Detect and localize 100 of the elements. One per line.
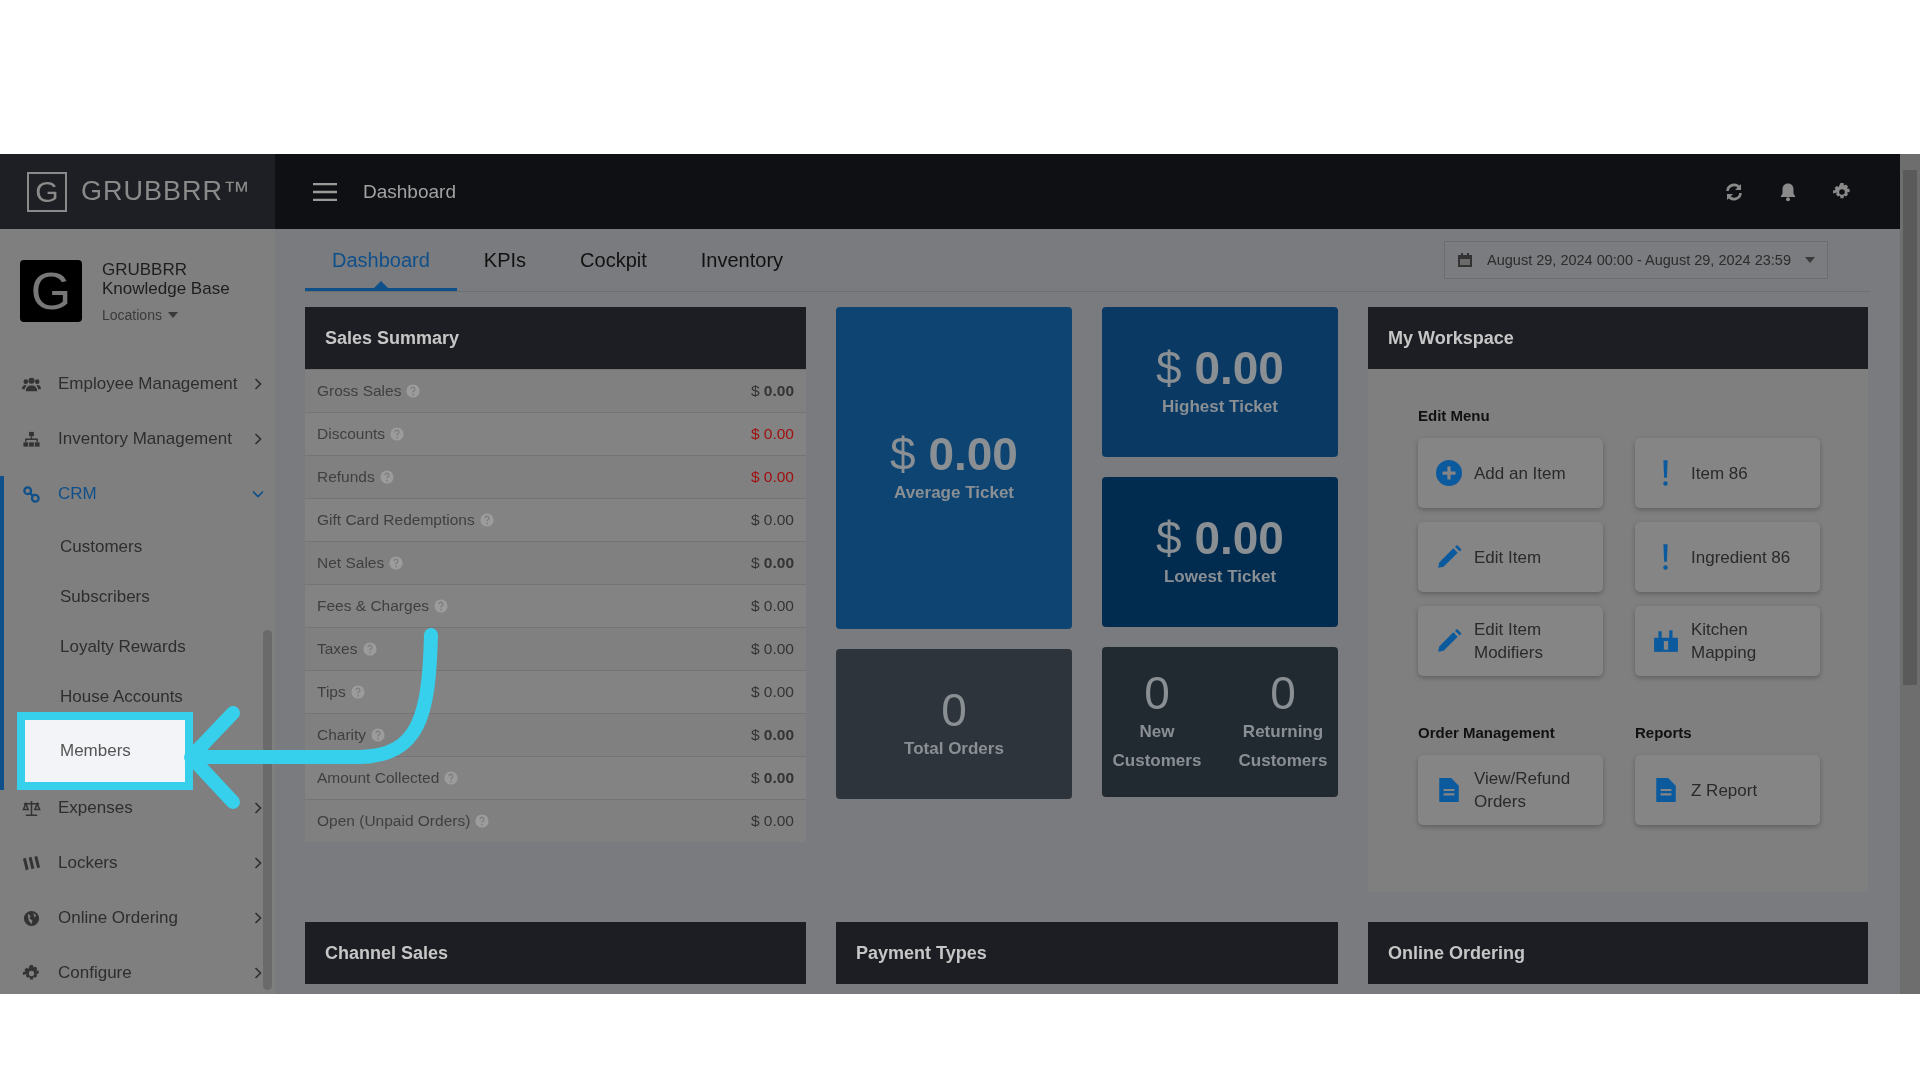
workspace-button[interactable]: Edit Item Modifiers [1418,606,1603,676]
row-label: Gift Card Redemptions [317,511,475,529]
account-avatar: G [20,260,82,322]
row-label: Fees & Charges [317,597,429,615]
help-icon[interactable] [390,427,405,441]
row-value: $ 0.00 [750,683,794,701]
row-value: $ 0.00 [750,382,794,400]
sidebar-subitem[interactable]: Subscribers [4,582,150,612]
stat-label: Lowest Ticket [1163,565,1277,588]
brand-name: GRUBBRR™ [81,176,251,207]
stat-label: New Customers [1111,721,1203,772]
stat-value: $ 0.00 [890,429,1018,478]
caret-icon [1805,257,1815,263]
card-header: Payment Types [836,922,1338,984]
help-icon[interactable] [406,384,421,398]
menu-icon[interactable] [313,182,337,201]
date-range-picker[interactable]: August 29, 2024 00:00 - August 29, 2024 23:59 [1444,241,1828,279]
workspace-button[interactable]: Z Report [1635,755,1820,825]
group-title: Order Management [1418,724,1556,741]
sidebar-subitem[interactable]: Customers [4,532,143,562]
row-value: $ 0.00 [750,425,794,443]
sidebar-item[interactable]: Inventory Management [4,421,266,457]
sidebar-item[interactable]: Lockers [4,845,266,881]
locations-dropdown[interactable]: Locations [102,307,242,323]
row-value: $ 0.00 [750,726,794,744]
help-icon[interactable] [389,556,404,570]
scale-icon [22,798,41,818]
tab[interactable]: Cockpit [553,229,674,291]
row-label: Open (Unpaid Orders) [317,812,471,830]
row-value: $ 0.00 [750,597,794,615]
workspace-button[interactable]: Ingredient 86 [1635,522,1820,592]
stat-value: $ 0.00 [1156,343,1284,392]
exclamation-icon [1663,460,1668,486]
tab[interactable]: Inventory [673,229,811,291]
plus-icon [1436,460,1462,486]
caret-icon [167,312,178,318]
row-value: $ 0.00 [750,468,794,486]
help-icon[interactable] [479,513,494,527]
pencil-icon [1436,544,1462,570]
row-value: $ 0.00 [750,812,794,830]
globe-icon [22,908,41,928]
bars-icon [22,853,41,873]
stat-value: $ 0.00 [1156,513,1284,562]
stat-label: Total Orders [904,737,1004,760]
tab[interactable]: Dashboard [305,229,457,291]
sidebar-subitem[interactable]: House Accounts [4,682,183,712]
hierarchy-icon [22,429,41,449]
card-header: Online Ordering [1368,922,1868,984]
workspace-button[interactable]: Edit Item [1418,522,1603,592]
row-label: Tips [317,683,346,701]
stat-label: Returning Customers [1237,721,1329,772]
tab[interactable]: KPIs [456,229,554,291]
pencil-icon [1436,628,1462,654]
account-name: GRUBBRR Knowledge Base [102,260,231,298]
exclamation-icon [1663,544,1668,570]
row-label: Charity [317,726,367,744]
scrollbar[interactable] [263,630,272,990]
row-label: Taxes [317,640,358,658]
stat-label: Average Ticket [894,481,1014,504]
help-icon[interactable] [371,728,386,742]
row-label: Amount Collected [317,769,440,787]
sidebar-subitem[interactable]: Loyalty Rewards [4,632,186,662]
refresh-icon[interactable] [1724,181,1744,202]
row-value: $ 0.00 [750,769,794,787]
card-header: Channel Sales [305,922,806,984]
page-title: Dashboard [363,180,456,203]
group-title: Reports [1635,724,1693,741]
document-icon [1436,777,1462,803]
card-header: My Workspace [1368,307,1868,369]
row-label: Refunds [317,468,375,486]
stat-label: Highest Ticket [1162,395,1278,418]
row-label: Net Sales [317,554,385,572]
scrollbar[interactable] [1900,154,1920,994]
sidebar-item[interactable]: Expenses [4,790,266,826]
row-label: Discounts [317,425,386,443]
group-title: Edit Menu [1418,407,1491,424]
stat-value: 0 [941,685,967,734]
sidebar-item[interactable]: Employee Management [4,366,266,402]
help-icon[interactable] [444,771,459,785]
help-icon[interactable] [379,470,394,484]
cutlery-box-icon [1653,628,1679,654]
document-icon [1653,777,1679,803]
link-icon [22,484,41,504]
sidebar-item[interactable]: CRM [4,476,266,512]
workspace-button[interactable]: Add an Item [1418,438,1603,508]
help-icon[interactable] [350,685,365,699]
bell-icon[interactable] [1778,181,1798,202]
help-icon[interactable] [362,642,377,656]
workspace-button[interactable]: Item 86 [1635,438,1820,508]
workspace-button[interactable]: Kitchen Mapping [1635,606,1820,676]
row-label: Gross Sales [317,382,402,400]
card-header: Sales Summary [305,307,806,369]
stat-value: 0 [1270,669,1296,717]
row-value: $ 0.00 [750,640,794,658]
sidebar-subitem[interactable]: Members [17,712,193,790]
workspace-button[interactable]: View/Refund Orders [1418,755,1603,825]
row-value: $ 0.00 [750,511,794,529]
calendar-icon [1457,252,1474,268]
help-icon[interactable] [434,599,448,613]
help-icon[interactable] [475,814,490,828]
